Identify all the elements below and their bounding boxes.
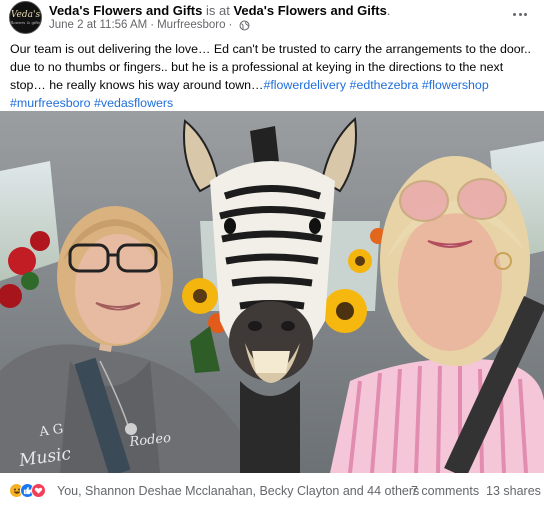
- avatar-logo-text: Veda's flowers & gifts: [10, 9, 41, 25]
- hashtag-link[interactable]: #flowershop: [422, 78, 489, 92]
- meta-separator: ·: [150, 19, 155, 31]
- post-photo[interactable]: A G Music Rodeo: [0, 111, 544, 473]
- hashtag-link[interactable]: #edthezebra: [350, 78, 419, 92]
- hashtag-link[interactable]: #murfreesboro: [10, 96, 91, 110]
- shares-count-link[interactable]: 13 shares: [486, 483, 541, 499]
- hashtag-link[interactable]: #vedasflowers: [94, 96, 173, 110]
- meta-separator-2: ·: [228, 19, 233, 31]
- post-footer: You, Shannon Deshae Mcclanahan, Becky Cl…: [0, 473, 544, 509]
- reactions-summary-link[interactable]: You, Shannon Deshae Mcclanahan, Becky Cl…: [57, 483, 419, 499]
- post-place-link[interactable]: Murfreesboro: [157, 18, 225, 32]
- comments-count-link[interactable]: 7 comments: [411, 483, 479, 499]
- love-icon: [31, 483, 46, 498]
- post-meta: June 2 at 11:56 AM · Murfreesboro ·: [49, 18, 250, 32]
- post-timestamp-link[interactable]: June 2 at 11:56 AM: [49, 18, 147, 32]
- page-avatar[interactable]: Veda's flowers & gifts: [9, 1, 42, 34]
- post-title-line: Veda's Flowers and Gifts is at Veda's Fl…: [49, 3, 390, 19]
- hashtag-link[interactable]: #flowerdelivery: [263, 78, 346, 92]
- globe-icon[interactable]: [239, 20, 250, 31]
- location-link[interactable]: Veda's Flowers and Gifts: [233, 3, 386, 18]
- more-horizontal-icon[interactable]: [508, 6, 532, 22]
- author-name-link[interactable]: Veda's Flowers and Gifts: [49, 3, 202, 18]
- author-connector: is at: [202, 3, 234, 18]
- location-suffix: .: [386, 3, 391, 18]
- post-header: Veda's flowers & gifts Veda's Flowers an…: [0, 0, 544, 36]
- reaction-icons[interactable]: [9, 483, 46, 498]
- post-text: Our team is out delivering the love… Ed …: [10, 40, 536, 112]
- photo-illustration: A G Music Rodeo: [0, 111, 544, 473]
